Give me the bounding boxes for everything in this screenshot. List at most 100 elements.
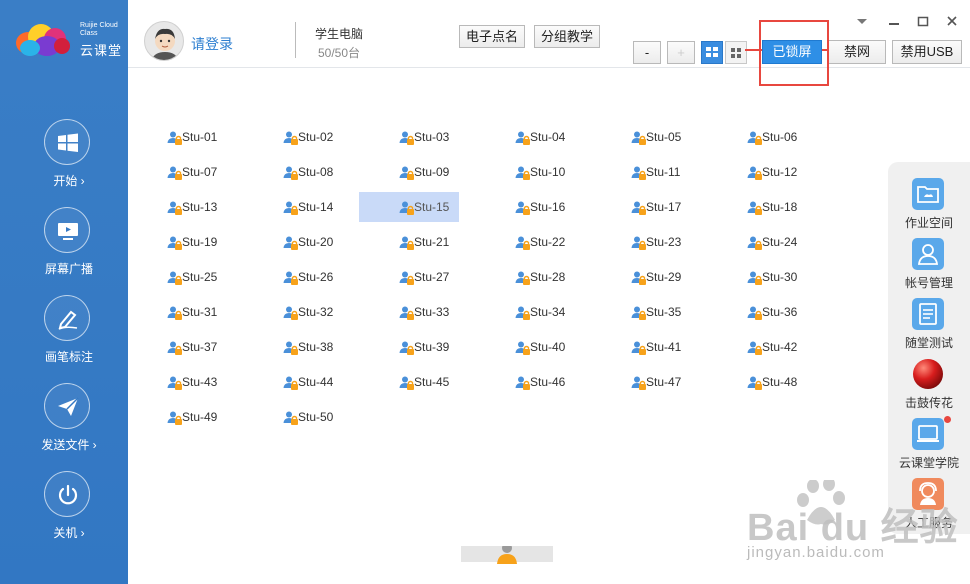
student-tile[interactable]: Stu-31 <box>127 297 227 327</box>
student-tile[interactable]: Stu-41 <box>591 332 691 362</box>
student-locked-icon <box>283 131 298 145</box>
student-tile[interactable]: Stu-32 <box>243 297 343 327</box>
student-name: Stu-29 <box>646 270 682 284</box>
panel-item-label: 随堂测试 <box>904 336 953 350</box>
student-locked-icon <box>747 131 762 145</box>
group-teaching-button[interactable]: 分组教学 <box>534 25 600 48</box>
zoom-in-button[interactable]: + <box>667 41 695 64</box>
student-name: Stu-45 <box>414 375 450 389</box>
student-tile[interactable]: Stu-02 <box>243 122 343 152</box>
student-tile[interactable]: Stu-45 <box>359 367 459 397</box>
student-tile[interactable]: Stu-05 <box>591 122 691 152</box>
student-tile[interactable]: Stu-07 <box>127 157 227 187</box>
student-tile[interactable]: Stu-06 <box>707 122 807 152</box>
avatar[interactable] <box>144 21 184 61</box>
sidebar-item-send-file[interactable]: 发送文件 › <box>0 383 128 463</box>
student-tile[interactable]: Stu-15 <box>359 192 459 222</box>
student-tile[interactable]: Stu-37 <box>127 332 227 362</box>
sidebar-item-pen-annotate[interactable]: 画笔标注 <box>0 295 128 375</box>
close-icon[interactable] <box>945 14 959 28</box>
student-locked-icon <box>515 236 530 250</box>
student-tile[interactable]: Stu-19 <box>127 227 227 257</box>
student-tile[interactable]: Stu-24 <box>707 227 807 257</box>
windows-icon <box>58 133 78 152</box>
student-tile[interactable]: Stu-09 <box>359 157 459 187</box>
student-name: Stu-14 <box>298 200 334 214</box>
student-tile[interactable]: Stu-44 <box>243 367 343 397</box>
student-tile[interactable]: Stu-08 <box>243 157 343 187</box>
sidebar-item-shutdown[interactable]: 关机 › <box>0 471 128 551</box>
student-tile[interactable]: Stu-21 <box>359 227 459 257</box>
account-manage-button[interactable]: 帐号管理 <box>888 238 970 298</box>
student-tile[interactable]: Stu-39 <box>359 332 459 362</box>
student-tile[interactable]: Stu-27 <box>359 262 459 292</box>
student-tile[interactable]: Stu-29 <box>591 262 691 292</box>
student-tile[interactable]: Stu-28 <box>475 262 575 292</box>
student-name: Stu-10 <box>530 165 566 179</box>
student-tile[interactable]: Stu-38 <box>243 332 343 362</box>
student-name: Stu-21 <box>414 235 450 249</box>
student-tile[interactable]: Stu-25 <box>127 262 227 292</box>
student-tile[interactable]: Stu-18 <box>707 192 807 222</box>
login-link[interactable]: 请登录 <box>191 34 233 54</box>
user-avatar-icon <box>151 28 179 60</box>
student-tile[interactable]: Stu-49 <box>127 402 227 432</box>
student-locked-icon <box>283 306 298 320</box>
student-tile[interactable]: Stu-34 <box>475 297 575 327</box>
pen-annotate-icon <box>58 310 78 330</box>
student-tile[interactable]: Stu-17 <box>591 192 691 222</box>
sidebar-item-start[interactable]: 开始 › <box>0 119 128 199</box>
student-locked-icon <box>747 236 762 250</box>
student-tile[interactable]: Stu-50 <box>243 402 343 432</box>
student-tile[interactable]: Stu-20 <box>243 227 343 257</box>
student-locked-icon <box>515 166 530 180</box>
student-tile[interactable]: Stu-13 <box>127 192 227 222</box>
student-tile[interactable]: Stu-26 <box>243 262 343 292</box>
student-locked-icon <box>747 166 762 180</box>
student-tile[interactable]: Stu-10 <box>475 157 575 187</box>
roll-call-button[interactable]: 电子点名 <box>459 25 525 48</box>
student-name: Stu-07 <box>182 165 218 179</box>
student-tile[interactable]: Stu-14 <box>243 192 343 222</box>
student-tile[interactable]: Stu-46 <box>475 367 575 397</box>
student-tile[interactable]: Stu-22 <box>475 227 575 257</box>
zoom-out-button[interactable]: - <box>633 41 661 64</box>
ban-usb-button[interactable]: 禁用USB <box>892 40 962 64</box>
academy-button[interactable]: 云课堂学院 <box>888 416 970 478</box>
student-tile[interactable]: Stu-36 <box>707 297 807 327</box>
student-tile[interactable]: Stu-04 <box>475 122 575 152</box>
dropdown-icon[interactable] <box>855 14 869 28</box>
logo-text-cn: 云课堂 <box>80 43 123 58</box>
maximize-icon[interactable] <box>916 14 930 28</box>
student-tile[interactable]: Stu-35 <box>591 297 691 327</box>
drum-ball-button[interactable]: 击鼓传花 <box>888 358 970 418</box>
student-locked-icon <box>515 131 530 145</box>
student-tile[interactable]: Stu-30 <box>707 262 807 292</box>
minimize-icon[interactable] <box>887 14 901 28</box>
student-tile[interactable]: Stu-01 <box>127 122 227 152</box>
student-pc-label: 学生电脑 <box>315 27 364 41</box>
student-tile[interactable]: Stu-33 <box>359 297 459 327</box>
ban-network-button[interactable]: 禁网 <box>828 40 886 64</box>
student-locked-icon <box>631 271 646 285</box>
sidebar-item-screen-broadcast[interactable]: 屏幕广播 <box>0 207 128 287</box>
quiz-button[interactable]: 随堂测试 <box>888 298 970 358</box>
student-tile[interactable]: Stu-47 <box>591 367 691 397</box>
student-tile[interactable]: Stu-11 <box>591 157 691 187</box>
student-tile[interactable]: Stu-43 <box>127 367 227 397</box>
student-tile[interactable]: Stu-03 <box>359 122 459 152</box>
homework-space-button[interactable]: 作业空间 <box>888 178 970 238</box>
student-tile[interactable]: Stu-40 <box>475 332 575 362</box>
student-tile[interactable]: Stu-23 <box>591 227 691 257</box>
student-tile[interactable]: Stu-12 <box>707 157 807 187</box>
panel-item-label: 作业空间 <box>904 216 953 230</box>
student-tile[interactable]: Stu-16 <box>475 192 575 222</box>
student-locked-icon <box>283 166 298 180</box>
student-tile[interactable]: Stu-42 <box>707 332 807 362</box>
watermark-brand: Bai du 经验 <box>747 507 959 549</box>
drum-ball-icon <box>913 359 943 389</box>
student-locked-icon <box>167 376 182 390</box>
teacher-indicator[interactable] <box>461 543 553 584</box>
grid-view-toggle[interactable] <box>701 41 723 64</box>
student-tile[interactable]: Stu-48 <box>707 367 807 397</box>
